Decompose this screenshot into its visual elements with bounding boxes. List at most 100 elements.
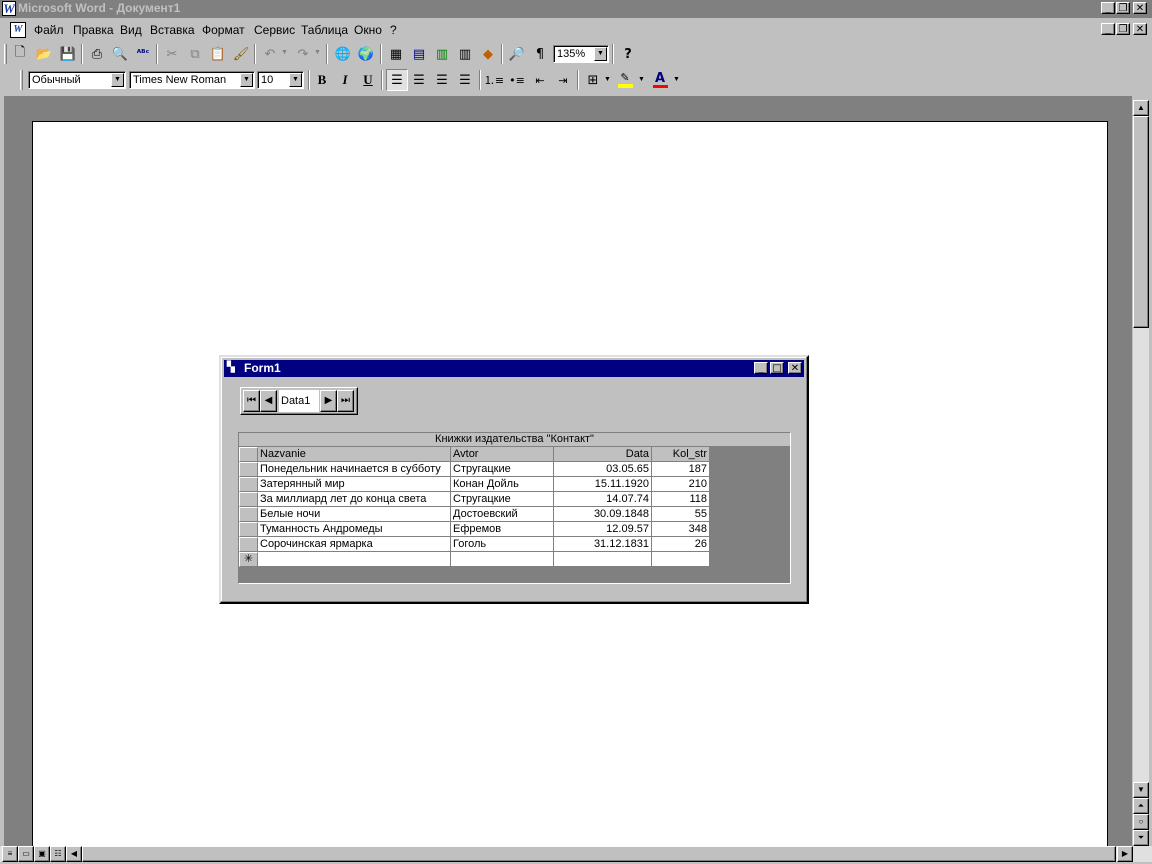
cell-nazvanie[interactable]: Туманность Андромеды <box>258 522 451 537</box>
row-selector[interactable] <box>239 492 258 507</box>
bulleted-list-icon[interactable]: •≡ <box>506 69 528 91</box>
cell-data[interactable]: 03.05.65 <box>554 462 652 477</box>
print-icon[interactable]: ⎙ <box>86 43 108 65</box>
cell-kol-str[interactable]: 55 <box>652 507 710 522</box>
outline-view-icon[interactable]: ☷ <box>50 846 66 862</box>
scroll-thumb[interactable] <box>1133 116 1149 328</box>
cell-avtor[interactable]: Ефремов <box>451 522 554 537</box>
align-left-icon[interactable]: ☰ <box>386 69 408 91</box>
borders-dropdown-icon[interactable]: ▼ <box>604 76 611 83</box>
web-layout-view-icon[interactable]: ▭ <box>18 846 34 862</box>
cell-kol-str[interactable]: 118 <box>652 492 710 507</box>
scroll-right-icon[interactable]: ▶ <box>1117 846 1133 862</box>
row-selector[interactable] <box>239 522 258 537</box>
cell-nazvanie[interactable] <box>258 552 451 567</box>
next-page-icon[interactable]: ⏷ <box>1133 830 1149 846</box>
cell-kol-str[interactable] <box>652 552 710 567</box>
new-document-icon[interactable]: 🗋 <box>9 43 31 65</box>
columns-icon[interactable]: ▥ <box>454 43 476 65</box>
menu-insert[interactable]: Вставка <box>150 23 195 37</box>
document-map-icon[interactable]: 🔎 <box>506 43 528 65</box>
highlight-icon[interactable]: ✎ <box>614 69 636 91</box>
italic-button[interactable]: I <box>334 69 356 91</box>
column-header-avtor[interactable]: Avtor <box>451 447 554 462</box>
form1-window[interactable]: ▚ Form1 _ □ ✕ ⏮ ◀ Data1 ▶ ⏭ Книжки издат… <box>219 355 809 604</box>
doc-minimize-button[interactable]: _ <box>1101 23 1115 35</box>
cell-data[interactable]: 14.07.74 <box>554 492 652 507</box>
form-icon[interactable]: ▚ <box>227 362 239 374</box>
redo-icon[interactable]: ↷ <box>292 43 314 65</box>
restore-button[interactable]: ❐ <box>1116 2 1130 14</box>
cell-nazvanie[interactable]: За миллиард лет до конца света <box>258 492 451 507</box>
web-toolbar-icon[interactable]: 🌍 <box>355 43 377 65</box>
chevron-down-icon[interactable]: ▼ <box>111 73 124 87</box>
menu-window[interactable]: Окно <box>354 23 382 37</box>
cell-data[interactable]: 30.09.1848 <box>554 507 652 522</box>
justify-icon[interactable]: ☰ <box>454 69 476 91</box>
paste-icon[interactable]: 📋 <box>207 43 229 65</box>
print-preview-icon[interactable]: 🔍 <box>109 43 131 65</box>
page-layout-view-icon[interactable]: ▣ <box>34 846 50 862</box>
scroll-up-icon[interactable]: ▲ <box>1133 100 1149 116</box>
tables-borders-icon[interactable]: ▦ <box>385 43 407 65</box>
chevron-down-icon[interactable]: ▼ <box>289 73 302 87</box>
column-header-nazvanie[interactable]: Nazvanie <box>258 447 451 462</box>
cell-avtor[interactable]: Стругацкие <box>451 462 554 477</box>
menu-table[interactable]: Таблица <box>301 23 348 37</box>
cell-nazvanie[interactable]: Затерянный мир <box>258 477 451 492</box>
spelling-icon[interactable]: ᴬᴮᶜ <box>132 43 154 65</box>
cell-avtor[interactable]: Стругацкие <box>451 492 554 507</box>
cell-avtor[interactable] <box>451 552 554 567</box>
format-painter-icon[interactable]: 🖌 <box>230 43 252 65</box>
form-minimize-button[interactable]: _ <box>754 362 768 374</box>
cell-kol-str[interactable]: 26 <box>652 537 710 552</box>
scroll-left-icon[interactable]: ◀ <box>66 846 82 862</box>
menu-format[interactable]: Формат <box>202 23 245 37</box>
cell-avtor[interactable]: Гоголь <box>451 537 554 552</box>
insert-table-icon[interactable]: ▤ <box>408 43 430 65</box>
save-icon[interactable]: 💾 <box>57 43 79 65</box>
previous-page-icon[interactable]: ⏶ <box>1133 798 1149 814</box>
select-browse-object-icon[interactable]: ○ <box>1133 814 1149 830</box>
document-icon[interactable]: W <box>10 22 26 38</box>
open-folder-icon[interactable]: 📂 <box>33 43 55 65</box>
cell-kol-str[interactable]: 210 <box>652 477 710 492</box>
drawing-icon[interactable]: ◆ <box>477 43 499 65</box>
menu-view[interactable]: Вид <box>120 23 142 37</box>
move-next-icon[interactable]: ▶ <box>320 390 337 412</box>
row-selector[interactable] <box>239 477 258 492</box>
row-selector[interactable] <box>239 507 258 522</box>
bold-button[interactable]: B <box>311 69 333 91</box>
undo-icon[interactable]: ↶ <box>259 43 281 65</box>
form-close-button[interactable]: ✕ <box>788 362 802 374</box>
cell-nazvanie[interactable]: Понедельник начинается в субботу <box>258 462 451 477</box>
data1-control[interactable]: ⏮ ◀ Data1 ▶ ⏭ <box>240 387 358 415</box>
zoom-select[interactable]: 135% ▼ <box>553 45 609 63</box>
column-header-data[interactable]: Data <box>554 447 652 462</box>
cell-data[interactable]: 31.12.1831 <box>554 537 652 552</box>
doc-close-button[interactable]: ✕ <box>1133 23 1147 35</box>
cell-data[interactable]: 15.11.1920 <box>554 477 652 492</box>
cell-nazvanie[interactable]: Сорочинская ярмарка <box>258 537 451 552</box>
hscroll-thumb[interactable] <box>82 846 1116 862</box>
doc-restore-button[interactable]: ❐ <box>1116 23 1130 35</box>
row-selector[interactable] <box>239 537 258 552</box>
font-size-select[interactable]: 10 ▼ <box>257 71 304 89</box>
close-button[interactable]: ✕ <box>1133 2 1147 14</box>
font-select[interactable]: Times New Roman ▼ <box>129 71 255 89</box>
books-data-grid[interactable]: Книжки издательства "Контакт" Nazvanie A… <box>238 432 791 584</box>
undo-dropdown-icon[interactable]: ▼ <box>281 49 288 56</box>
font-color-icon[interactable]: A <box>649 69 671 91</box>
cell-nazvanie[interactable]: Белые ночи <box>258 507 451 522</box>
row-selector[interactable] <box>239 462 258 477</box>
cell-avtor[interactable]: Конан Дойль <box>451 477 554 492</box>
normal-view-icon[interactable]: ≡ <box>2 846 18 862</box>
underline-button[interactable]: U <box>357 69 379 91</box>
form-maximize-button[interactable]: □ <box>770 362 784 374</box>
scroll-down-icon[interactable]: ▼ <box>1133 782 1149 798</box>
chevron-down-icon[interactable]: ▼ <box>240 73 253 87</box>
font-color-dropdown-icon[interactable]: ▼ <box>673 76 680 83</box>
help-icon[interactable]: ? <box>617 43 639 65</box>
column-header-kol-str[interactable]: Kol_str <box>652 447 710 462</box>
numbered-list-icon[interactable]: ⒈≡ <box>483 69 505 91</box>
